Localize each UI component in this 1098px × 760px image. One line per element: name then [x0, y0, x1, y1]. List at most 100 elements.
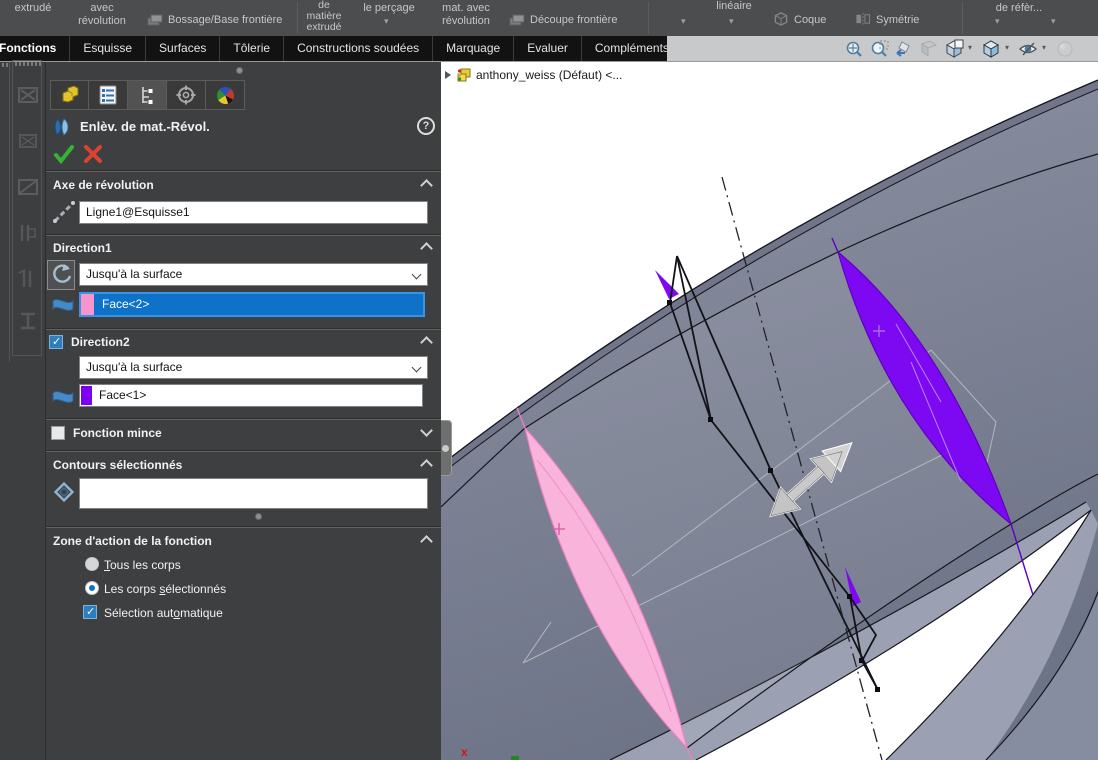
end-cap-icon[interactable]: [16, 129, 40, 153]
toolbar-grip[interactable]: [15, 62, 41, 66]
tab-esquisse[interactable]: Esquisse: [70, 36, 146, 61]
tab-displaymanager[interactable]: [206, 80, 245, 110]
panel-resize-dot[interactable]: [255, 513, 262, 520]
contour-select-icon: [50, 478, 78, 506]
toolbar-grip[interactable]: [2, 63, 10, 67]
help-button[interactable]: ?: [417, 117, 435, 135]
display-style-icon[interactable]: [980, 38, 1002, 60]
ribbon-item-hole-wizard[interactable]: le perçage: [350, 2, 428, 15]
separator: [46, 450, 442, 452]
ibeam-icon[interactable]: [16, 309, 40, 333]
direction2-header: Direction2: [71, 335, 130, 349]
hide-show-dropdown[interactable]: [1042, 38, 1051, 60]
axis-section-header: Axe de révolution: [53, 178, 154, 192]
direction1-face-selection[interactable]: Face<2>: [79, 292, 425, 317]
section-view-icon[interactable]: [918, 38, 940, 60]
tab-tolerie[interactable]: Tôlerie: [220, 36, 284, 61]
weldments-toolbar: [12, 60, 42, 356]
separator: [46, 234, 442, 236]
reverse-direction-button[interactable]: [47, 260, 75, 290]
tab-configurationmanager[interactable]: [128, 80, 167, 110]
panel-tabs: [50, 80, 245, 110]
cancel-button[interactable]: [82, 143, 104, 165]
direction2-face-selection[interactable]: Face<1>: [79, 384, 423, 407]
direction1-end-condition-combo[interactable]: Jusqu'à la surface: [79, 263, 428, 286]
zoom-to-fit-icon[interactable]: [843, 38, 865, 60]
tree-expand-arrow-icon[interactable]: [445, 71, 451, 79]
ok-button[interactable]: [52, 142, 76, 166]
feature-tree-root[interactable]: anthony_weiss (Défaut) <...: [445, 67, 622, 83]
separator: [46, 526, 442, 528]
thin-feature-checkbox[interactable]: [51, 426, 65, 440]
tab-marquage[interactable]: Marquage: [433, 36, 514, 61]
tab-dimxpertmanager[interactable]: [167, 80, 206, 110]
tab-complements-solidworks[interactable]: Compléments de SOLIDWORKS: [582, 36, 667, 61]
revolved-cut-icon: [52, 115, 76, 139]
view-orientation-icon[interactable]: [943, 38, 965, 60]
collapse-direction2-chevron[interactable]: [420, 336, 433, 349]
expand-thin-feature-chevron[interactable]: [420, 424, 433, 437]
face2-color-swatch: [81, 294, 94, 315]
ribbon-item-extruded-cut[interactable]: de matière extrudé: [300, 0, 348, 33]
collapse-contours-chevron[interactable]: [420, 459, 433, 472]
trim-extend-icon[interactable]: [16, 83, 40, 107]
curves-dropdown[interactable]: [1048, 18, 1064, 28]
ribbon-separator: [962, 2, 963, 34]
ribbon-separator: [297, 2, 298, 34]
structural-member-icon[interactable]: [16, 267, 40, 291]
reference-dropdown[interactable]: [992, 18, 1008, 28]
direction1-face-value: Face<2>: [94, 294, 423, 315]
tab-evaluer[interactable]: Evaluer: [514, 36, 582, 61]
collapse-scope-chevron[interactable]: [420, 535, 433, 548]
ribbon-item-revolved-boss[interactable]: avec révolution: [60, 2, 144, 28]
weld-bead-icon[interactable]: [16, 221, 40, 245]
ribbon-item-shell[interactable]: Coque: [794, 14, 844, 27]
previous-view-icon[interactable]: [893, 38, 915, 60]
tab-constructions-soudees[interactable]: Constructions soudées: [284, 36, 433, 61]
panel-splitter-handle[interactable]: [441, 420, 452, 476]
selected-contours-input[interactable]: [79, 478, 428, 509]
pattern-dropdown[interactable]: [678, 18, 694, 28]
collapse-axis-chevron[interactable]: [420, 179, 433, 192]
combo-chevron-icon: [412, 270, 422, 280]
direction1-header: Direction1: [53, 241, 112, 255]
all-bodies-radio[interactable]: [85, 557, 99, 571]
hide-show-items-icon[interactable]: [1017, 38, 1039, 60]
hole-wizard-dropdown[interactable]: [381, 18, 397, 28]
ribbon-item-boundary-cut[interactable]: Découpe frontière: [530, 14, 640, 27]
combo-chevron-icon: [412, 363, 422, 373]
ribbon-item-linear-pattern[interactable]: linéaire: [702, 0, 766, 13]
triad-y-fragment: [511, 756, 519, 760]
gusset-icon[interactable]: [16, 175, 40, 199]
selected-bodies-radio[interactable]: [85, 581, 99, 595]
ribbon-item-mirror[interactable]: Symétrie: [876, 14, 936, 27]
auto-select-checkbox[interactable]: [83, 605, 97, 619]
tab-fonctions[interactable]: Fonctions: [0, 36, 70, 61]
ribbon-item-reference-geometry[interactable]: de réfèr...: [980, 2, 1058, 15]
part-icon: [455, 67, 472, 83]
tab-featuremanager[interactable]: [50, 80, 89, 110]
zoom-to-area-icon[interactable]: [868, 38, 890, 60]
face1-color-swatch: [81, 386, 92, 405]
direction2-end-condition-combo[interactable]: Jusqu'à la surface: [79, 356, 428, 379]
ribbon-item-extruded-boss[interactable]: extrudé: [4, 2, 62, 15]
panel-drag-dot[interactable]: [236, 67, 243, 74]
direction2-checkbox[interactable]: [49, 335, 63, 349]
collapse-direction1-chevron[interactable]: [420, 242, 433, 255]
tab-surfaces[interactable]: Surfaces: [146, 36, 220, 61]
view-orientation-dropdown[interactable]: [968, 38, 977, 60]
direction2-face-value: Face<1>: [93, 385, 422, 406]
graphics-viewport[interactable]: anthony_weiss (Défaut) <... x: [441, 62, 1098, 760]
display-style-dropdown[interactable]: [1005, 38, 1014, 60]
axis-of-revolution-input[interactable]: Ligne1@Esquisse1: [79, 201, 428, 224]
boundary-boss-icon: [146, 12, 164, 27]
purple-sliver-top[interactable]: [655, 270, 679, 299]
tab-propertymanager[interactable]: [89, 80, 128, 110]
face-select-icon: [50, 294, 76, 316]
edit-appearance-icon[interactable]: [1054, 38, 1076, 60]
property-manager-title: Enlèv. de mat.-Révol.: [80, 119, 210, 134]
ribbon-item-boundary-boss[interactable]: Bossage/Base frontière: [168, 14, 296, 27]
feature-scope-header: Zone d'action de la fonction: [53, 534, 212, 548]
ribbon-item-revolved-cut[interactable]: mat. avec révolution: [426, 2, 506, 28]
linear-pattern-dropdown[interactable]: [726, 18, 742, 28]
